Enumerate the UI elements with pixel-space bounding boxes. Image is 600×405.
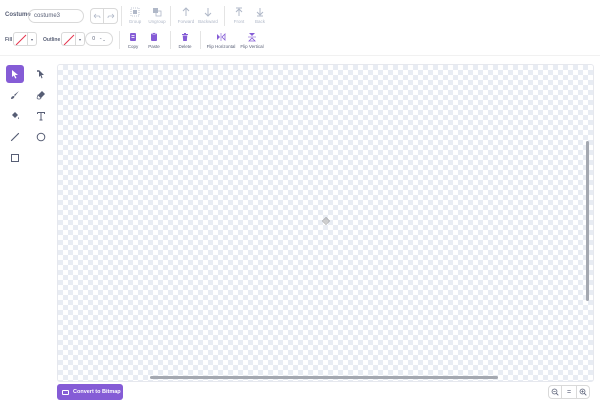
arrow-up-icon (181, 7, 191, 17)
select-tool[interactable] (6, 65, 24, 83)
undo-icon (93, 13, 101, 19)
divider (121, 6, 122, 26)
front-button[interactable]: Front (231, 7, 247, 24)
convert-to-bitmap-label: Convert to Bitmap (73, 389, 121, 395)
zoom-out-icon (551, 388, 559, 396)
costume-name-input[interactable]: costume3 (28, 9, 84, 23)
fill-color-picker[interactable]: ▾ (13, 32, 37, 46)
outline-color-picker[interactable]: ▾ (61, 32, 85, 46)
copy-button[interactable]: Copy (125, 32, 141, 49)
ungroup-icon (152, 7, 162, 17)
forward-button[interactable]: Forward (176, 7, 196, 24)
ungroup-button[interactable]: Ungroup (148, 7, 166, 24)
copy-icon (128, 32, 138, 42)
tool-panel (6, 65, 50, 165)
text-tool[interactable] (32, 107, 50, 125)
bitmap-icon (62, 389, 69, 395)
reshape-tool[interactable] (32, 65, 50, 83)
flip-vertical-icon (247, 32, 257, 42)
group-icon (130, 7, 140, 17)
undo-button[interactable] (90, 8, 104, 24)
flip-horizontal-icon (216, 32, 226, 42)
no-color-swatch (14, 33, 28, 45)
chevron-down-icon: ▾ (78, 36, 81, 42)
rectangle-icon (11, 154, 19, 162)
bring-to-front-icon (234, 7, 244, 17)
flip-vertical-button[interactable]: Flip Vertical (240, 32, 264, 49)
text-icon (37, 112, 45, 121)
zoom-out-button[interactable] (548, 385, 562, 399)
group-button[interactable]: Group (127, 7, 143, 24)
zoom-reset-button[interactable]: = (562, 385, 576, 399)
vertical-scrollbar[interactable] (586, 141, 589, 301)
eraser-tool[interactable] (32, 86, 50, 104)
redo-icon (107, 13, 114, 19)
rotation-center-icon (322, 217, 330, 225)
line-icon (10, 132, 20, 142)
chevron-down-icon: ▾ (30, 36, 33, 42)
arrow-down-icon (203, 7, 213, 17)
reshape-icon (37, 70, 44, 79)
paste-button[interactable]: Paste (146, 32, 162, 49)
divider (224, 6, 225, 26)
back-button[interactable]: Back (252, 7, 268, 24)
paste-icon (149, 32, 159, 42)
outline-label: Outline (43, 37, 61, 43)
stroke-width-input[interactable]: 0 ⌃⌄ (85, 32, 113, 46)
trash-icon (180, 32, 190, 42)
brush-icon (11, 91, 19, 99)
undo-redo-group (90, 8, 118, 24)
send-to-back-icon (255, 7, 265, 17)
circle-tool[interactable] (32, 128, 50, 146)
convert-to-bitmap-button[interactable]: Convert to Bitmap (57, 384, 123, 400)
divider (170, 6, 171, 26)
no-color-swatch (62, 33, 76, 45)
divider (170, 31, 171, 49)
stepper-icon[interactable]: ⌃⌄ (99, 37, 106, 41)
line-tool[interactable] (6, 128, 24, 146)
backward-button[interactable]: Backward (197, 7, 219, 24)
zoom-in-icon (579, 388, 587, 396)
delete-button[interactable]: Delete (176, 32, 194, 49)
circle-icon (36, 132, 46, 142)
divider (119, 31, 120, 49)
stroke-width-value: 0 (92, 36, 96, 42)
costume-label: Costume (5, 12, 31, 18)
horizontal-scrollbar[interactable] (150, 376, 498, 379)
eraser-icon (36, 91, 45, 100)
fill-label: Fill (5, 37, 13, 43)
redo-button[interactable] (104, 8, 118, 24)
toolbar-divider (0, 55, 600, 56)
flip-horizontal-button[interactable]: Flip Horizontal (206, 32, 236, 49)
rectangle-tool[interactable] (6, 149, 24, 167)
fill-tool[interactable] (6, 107, 24, 125)
paint-bucket-icon (12, 112, 19, 119)
zoom-in-button[interactable] (576, 385, 590, 399)
equals-icon: = (566, 388, 572, 396)
brush-tool[interactable] (6, 86, 24, 104)
pointer-icon (12, 70, 18, 79)
paint-canvas[interactable] (57, 64, 594, 382)
paint-editor-toolbar: Costume costume3 Group Ungroup Forward B… (0, 0, 600, 55)
divider (200, 31, 201, 49)
